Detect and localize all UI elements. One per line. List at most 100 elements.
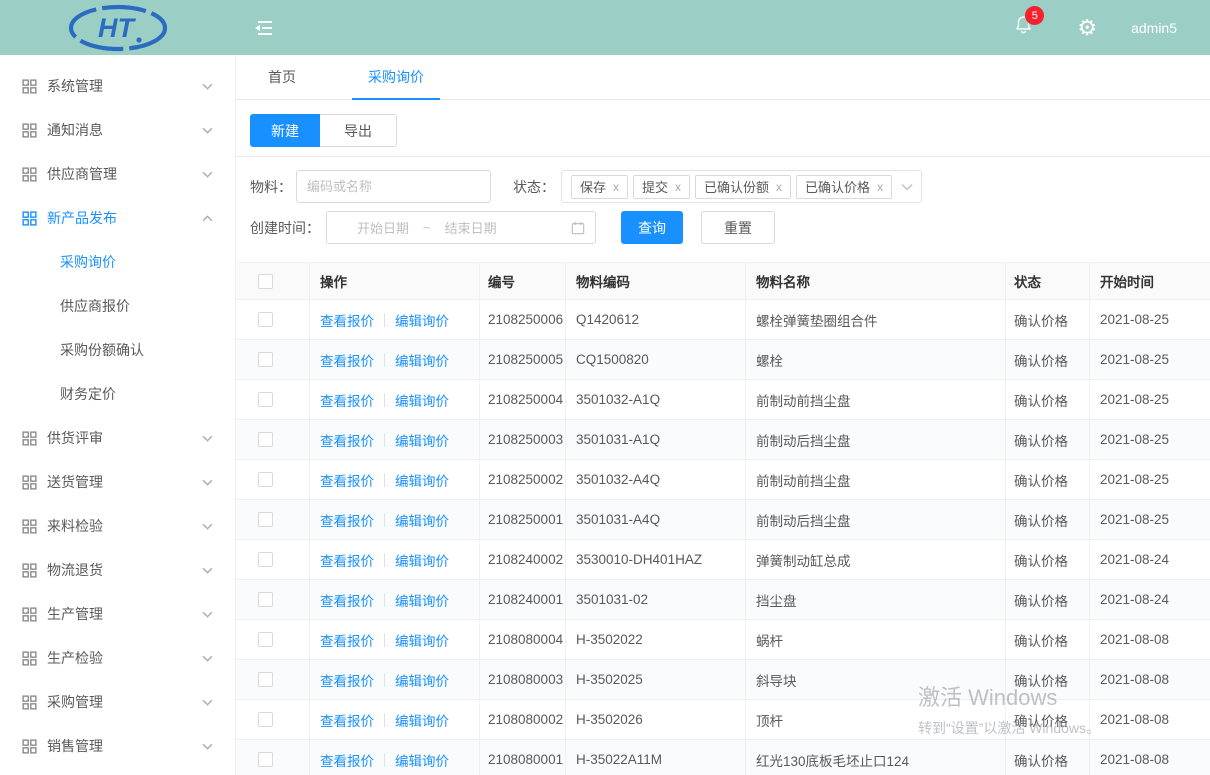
grid-icon: [22, 123, 37, 138]
app-window: HT 5 ⚙ admin5: [0, 0, 1210, 775]
edit-inquiry-link[interactable]: 编辑询价: [395, 670, 449, 690]
sidebar-subitem-3-2[interactable]: 采购份额确认: [0, 328, 235, 372]
tag-close-icon[interactable]: x: [675, 180, 681, 194]
sidebar-item-2[interactable]: 供应商管理: [0, 152, 235, 196]
number-cell: 2108080004: [480, 620, 566, 659]
grid-icon: [22, 563, 37, 578]
export-button[interactable]: 导出: [320, 114, 397, 147]
edit-inquiry-link[interactable]: 编辑询价: [395, 390, 449, 410]
username-label[interactable]: admin5: [1131, 20, 1177, 36]
status-tag-3: 已确认价格 x: [796, 175, 892, 199]
material-label: 物料：: [250, 177, 292, 197]
status-cell: 确认价格: [1006, 500, 1090, 539]
filter-row-1: 物料： 状态： 保存 x 提交 x 已确认份额 x 已确认价格 x: [250, 170, 1210, 203]
row-checkbox[interactable]: [258, 392, 273, 407]
sidebar-item-8[interactable]: 生产管理: [0, 592, 235, 636]
row-checkbox[interactable]: [258, 512, 273, 527]
row-checkbox[interactable]: [258, 752, 273, 767]
table-row: 查看报价 编辑询价 2108080004 H-3502022 蜗杆 确认价格 2…: [236, 620, 1210, 660]
reset-button[interactable]: 重置: [701, 211, 775, 244]
row-checkbox[interactable]: [258, 592, 273, 607]
material-code-cell: CQ1500820: [566, 340, 746, 379]
edit-inquiry-link[interactable]: 编辑询价: [395, 630, 449, 650]
view-quote-link[interactable]: 查看报价: [320, 430, 374, 450]
sidebar-item-3[interactable]: 新产品发布: [0, 196, 235, 240]
sidebar-item-label: 送货管理: [47, 472, 202, 492]
edit-inquiry-link[interactable]: 编辑询价: [395, 750, 449, 770]
sidebar-item-6[interactable]: 来料检验: [0, 504, 235, 548]
material-name-cell: 红光130底板毛坯止口124: [746, 740, 1006, 775]
column-header-3: 物料名称: [746, 263, 1006, 299]
end-date-placeholder: 结束日期: [445, 218, 497, 237]
sidebar-subitem-3-1[interactable]: 供应商报价: [0, 284, 235, 328]
view-quote-link[interactable]: 查看报价: [320, 590, 374, 610]
sidebar-item-0[interactable]: 系统管理: [0, 64, 235, 108]
row-checkbox[interactable]: [258, 472, 273, 487]
sidebar-item-4[interactable]: 供货评审: [0, 416, 235, 460]
settings-gear-icon[interactable]: ⚙: [1077, 17, 1097, 39]
view-quote-link[interactable]: 查看报价: [320, 750, 374, 770]
link-divider: [384, 713, 385, 727]
tab-1[interactable]: 采购询价: [352, 55, 440, 99]
sidebar-item-label: 采购管理: [47, 692, 202, 712]
edit-inquiry-link[interactable]: 编辑询价: [395, 710, 449, 730]
sidebar-item-9[interactable]: 生产检验: [0, 636, 235, 680]
edit-inquiry-link[interactable]: 编辑询价: [395, 590, 449, 610]
sidebar: 系统管理 通知消息: [0, 55, 236, 775]
view-quote-link[interactable]: 查看报价: [320, 550, 374, 570]
view-quote-link[interactable]: 查看报价: [320, 510, 374, 530]
view-quote-link[interactable]: 查看报价: [320, 670, 374, 690]
row-checkbox-cell: [236, 540, 310, 579]
chevron-down-icon: [202, 699, 213, 706]
menu-collapse-icon[interactable]: [253, 18, 275, 38]
status-tag-1: 提交 x: [633, 175, 690, 199]
edit-inquiry-link[interactable]: 编辑询价: [395, 430, 449, 450]
tag-close-icon[interactable]: x: [613, 180, 619, 194]
row-checkbox[interactable]: [258, 632, 273, 647]
sidebar-item-11[interactable]: 销售管理: [0, 724, 235, 768]
view-quote-link[interactable]: 查看报价: [320, 390, 374, 410]
notification-bell-icon[interactable]: 5: [1014, 14, 1033, 41]
sidebar-item-5[interactable]: 送货管理: [0, 460, 235, 504]
tab-0[interactable]: 首页: [252, 55, 312, 99]
edit-inquiry-link[interactable]: 编辑询价: [395, 350, 449, 370]
view-quote-link[interactable]: 查看报价: [320, 630, 374, 650]
table-row: 查看报价 编辑询价 2108250001 3501031-A4Q 前制动后挡尘盘…: [236, 500, 1210, 540]
sidebar-item-7[interactable]: 物流退货: [0, 548, 235, 592]
row-checkbox[interactable]: [258, 712, 273, 727]
row-checkbox[interactable]: [258, 432, 273, 447]
top-header: HT 5 ⚙ admin5: [0, 0, 1210, 55]
range-separator: ~: [423, 220, 431, 235]
search-button[interactable]: 查询: [621, 211, 683, 244]
date-range-picker[interactable]: 开始日期 ~ 结束日期: [326, 211, 596, 244]
sidebar-item-1[interactable]: 通知消息: [0, 108, 235, 152]
edit-inquiry-link[interactable]: 编辑询价: [395, 470, 449, 490]
status-select[interactable]: 保存 x 提交 x 已确认份额 x 已确认价格 x: [561, 170, 922, 203]
operation-cell: 查看报价 编辑询价: [310, 660, 480, 699]
edit-inquiry-link[interactable]: 编辑询价: [395, 310, 449, 330]
view-quote-link[interactable]: 查看报价: [320, 470, 374, 490]
material-input[interactable]: [296, 170, 491, 203]
sidebar-subitem-3-0[interactable]: 采购询价: [0, 240, 235, 284]
row-checkbox-cell: [236, 380, 310, 419]
row-checkbox[interactable]: [258, 672, 273, 687]
edit-inquiry-link[interactable]: 编辑询价: [395, 510, 449, 530]
sidebar-subitem-3-3[interactable]: 财务定价: [0, 372, 235, 416]
row-checkbox[interactable]: [258, 312, 273, 327]
view-quote-link[interactable]: 查看报价: [320, 310, 374, 330]
edit-inquiry-link[interactable]: 编辑询价: [395, 550, 449, 570]
view-quote-link[interactable]: 查看报价: [320, 350, 374, 370]
row-checkbox-cell: [236, 620, 310, 659]
start-time-cell: 2021-08-25: [1090, 500, 1210, 539]
tag-close-icon[interactable]: x: [877, 180, 883, 194]
row-checkbox[interactable]: [258, 552, 273, 567]
sidebar-item-10[interactable]: 采购管理: [0, 680, 235, 724]
tab-label: 首页: [268, 67, 296, 87]
view-quote-link[interactable]: 查看报价: [320, 710, 374, 730]
chevron-down-icon: [202, 435, 213, 442]
tag-close-icon[interactable]: x: [776, 180, 782, 194]
row-checkbox[interactable]: [258, 352, 273, 367]
select-all-checkbox[interactable]: [258, 274, 273, 289]
new-button[interactable]: 新建: [250, 114, 320, 147]
number-cell: 2108250005: [480, 340, 566, 379]
